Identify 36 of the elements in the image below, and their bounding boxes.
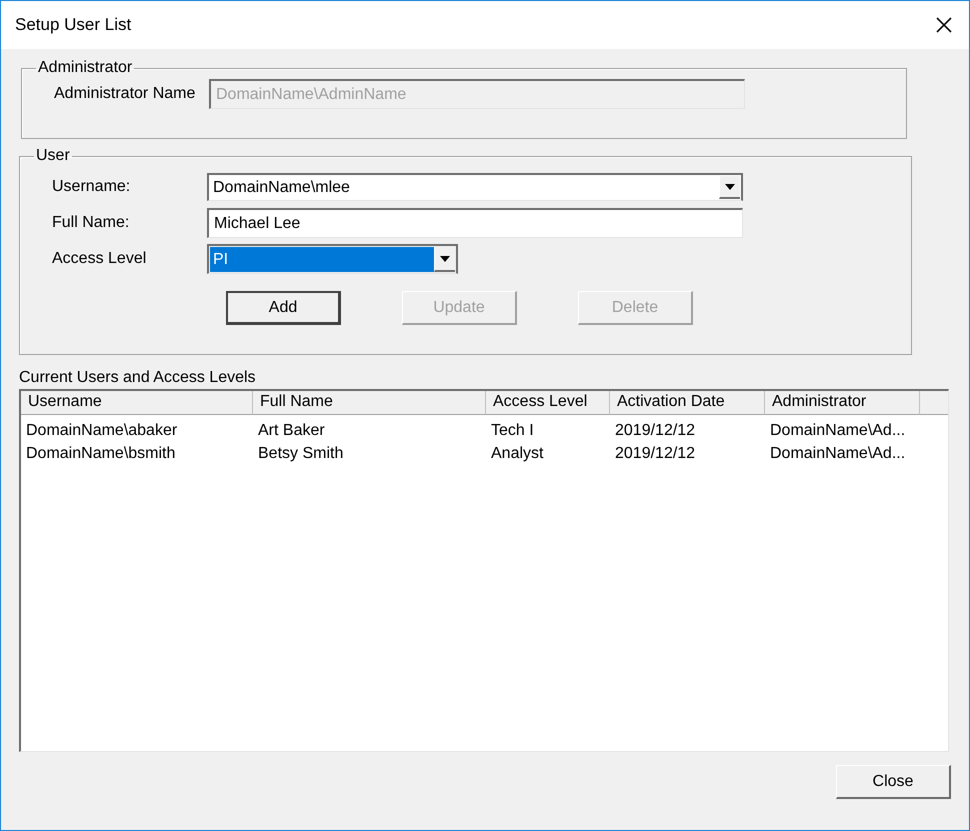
caret-icon	[440, 256, 450, 262]
dropdown[interactable]: PI	[207, 244, 458, 274]
field-label: Access Level	[52, 250, 148, 268]
close-button[interactable]: Close	[836, 765, 951, 799]
dropdown-value: DomainName\mlee	[212, 178, 351, 198]
group-title: Administrator	[37, 59, 134, 77]
column-header[interactable]: Username	[21, 391, 253, 415]
group-title: User	[35, 147, 71, 165]
table-cell-text: DomainName\bsmith	[25, 444, 176, 462]
column-header[interactable]: Access Level	[486, 391, 610, 415]
list-title: Current Users and Access Levels	[19, 369, 257, 388]
field-label: Administrator Name	[54, 85, 196, 103]
field-label: Username:	[52, 178, 132, 196]
table-cell-text: Betsy Smith	[257, 444, 344, 462]
table-cell-text: Tech I	[490, 422, 535, 440]
table-cell-text: DomainName\abaker	[25, 422, 178, 440]
close-icon[interactable]	[935, 16, 953, 34]
column-header[interactable]: Activation Date	[610, 391, 765, 415]
window-title: Setup User List	[15, 15, 132, 35]
table-cell-text: Analyst	[490, 444, 544, 462]
table-cell-text: DomainName\Ad...	[769, 422, 906, 440]
table-cell-text: 2019/12/12	[614, 444, 696, 462]
field-label: Full Name:	[52, 214, 130, 232]
column-header[interactable]: Administrator	[765, 391, 920, 415]
dropdown-button[interactable]	[434, 247, 455, 272]
dropdown-button[interactable]	[719, 176, 740, 199]
dropdown-value: PI	[210, 247, 434, 272]
action-button[interactable]: Add	[226, 291, 341, 325]
input-field[interactable]: Michael Lee	[207, 208, 743, 238]
column-header[interactable]: Full Name	[253, 391, 486, 415]
dropdown[interactable]: DomainName\mlee	[207, 173, 743, 201]
table-cell-text: 2019/12/12	[614, 422, 696, 440]
caret-icon	[725, 184, 735, 190]
table-cell-text: DomainName\Ad...	[769, 444, 906, 462]
table-cell-text: Art Baker	[257, 422, 326, 440]
column-header	[920, 391, 948, 415]
